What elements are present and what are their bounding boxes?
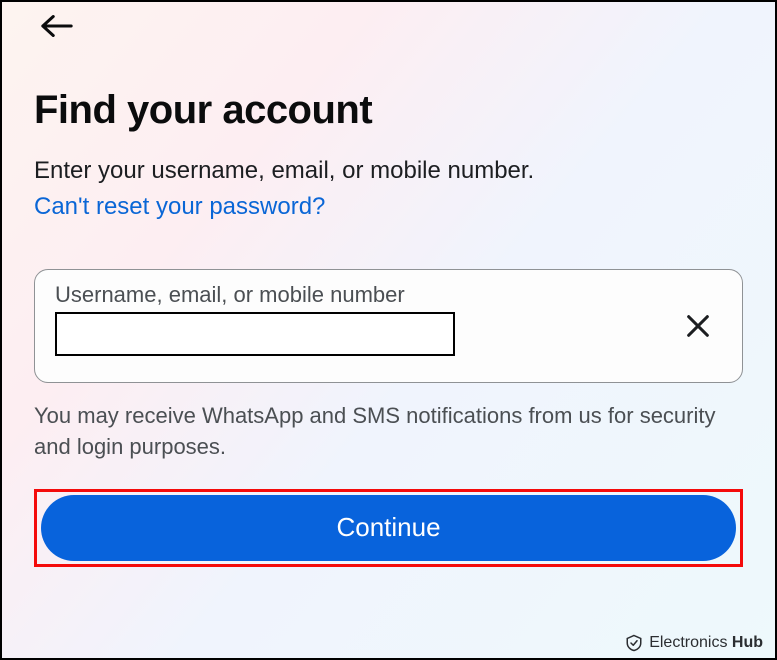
brand-logo-icon (625, 634, 643, 652)
page-title: Find your account (34, 88, 743, 133)
close-icon (684, 312, 712, 340)
clear-input-button[interactable] (682, 310, 714, 342)
identifier-field-inner: Username, email, or mobile number (55, 282, 722, 356)
identifier-label: Username, email, or mobile number (55, 282, 722, 308)
watermark: Electronics Hub (625, 634, 763, 652)
brand-text-suffix: Hub (732, 634, 763, 651)
identifier-field[interactable]: Username, email, or mobile number (34, 269, 743, 383)
brand-text-main: Electronics (649, 634, 727, 651)
screen: Find your account Enter your username, e… (0, 0, 777, 660)
page-subtitle: Enter your username, email, or mobile nu… (34, 155, 743, 187)
brand-name: Electronics Hub (649, 634, 763, 652)
continue-button[interactable]: Continue (41, 495, 736, 561)
arrow-left-icon (40, 14, 74, 38)
reset-password-link[interactable]: Can't reset your password? (34, 193, 325, 221)
sms-notice: You may receive WhatsApp and SMS notific… (34, 401, 743, 463)
continue-highlight-box: Continue (34, 489, 743, 567)
identifier-input[interactable] (55, 312, 455, 356)
back-button[interactable] (40, 12, 76, 40)
